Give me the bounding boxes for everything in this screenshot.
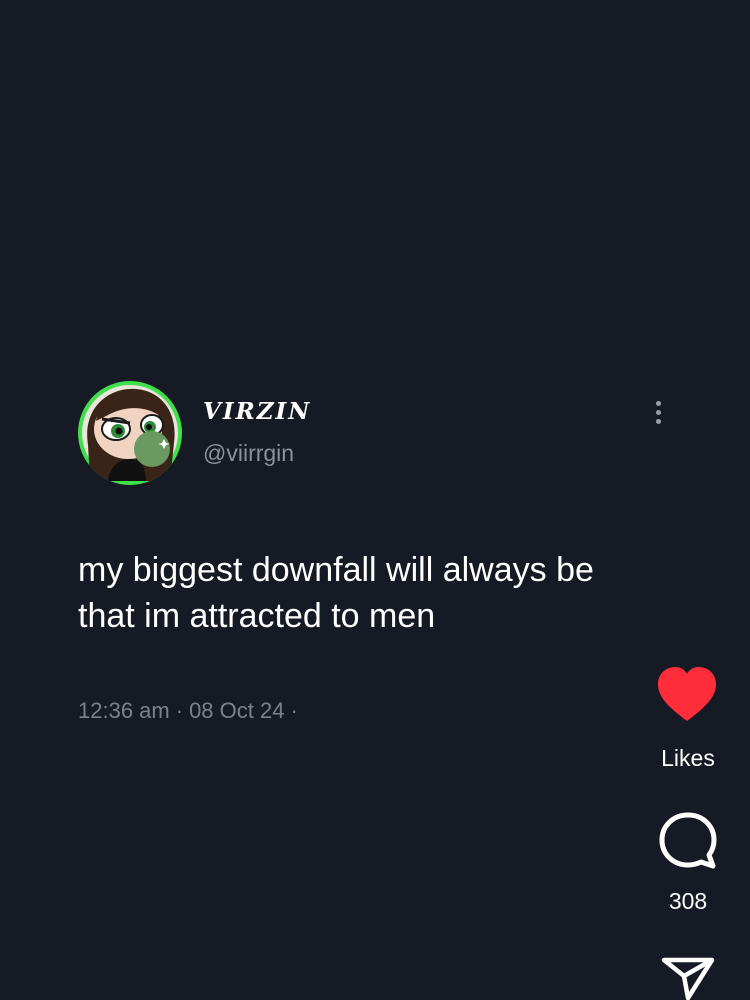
avatar-image — [82, 385, 178, 481]
heart-icon[interactable] — [656, 666, 718, 724]
likes-label[interactable]: Likes — [628, 745, 748, 772]
meta-separator: · — [290, 698, 298, 723]
post-text: my biggest downfall will always be that … — [78, 551, 594, 635]
meta-separator: · — [175, 698, 184, 723]
more-vertical-icon-dot — [655, 418, 661, 424]
post-date: 08 Oct 24 — [189, 698, 285, 723]
more-vertical-icon-dot — [655, 409, 661, 415]
comment-bubble-icon[interactable] — [657, 810, 719, 872]
more-options-button[interactable] — [642, 396, 674, 428]
more-vertical-icon-dot — [655, 400, 661, 406]
display-name[interactable]: VIRZIN — [203, 398, 311, 425]
post-time: 12:36 am — [78, 698, 170, 723]
user-handle[interactable]: @viirrgin — [203, 440, 294, 467]
post-view: VIRZIN @viirrgin my biggest downfall wil… — [0, 0, 750, 1000]
paper-plane-icon[interactable] — [660, 952, 716, 1000]
avatar[interactable] — [78, 381, 182, 485]
comment-count[interactable]: 308 — [628, 888, 748, 915]
post-timestamp: 12:36 am · 08 Oct 24 · — [78, 698, 304, 724]
